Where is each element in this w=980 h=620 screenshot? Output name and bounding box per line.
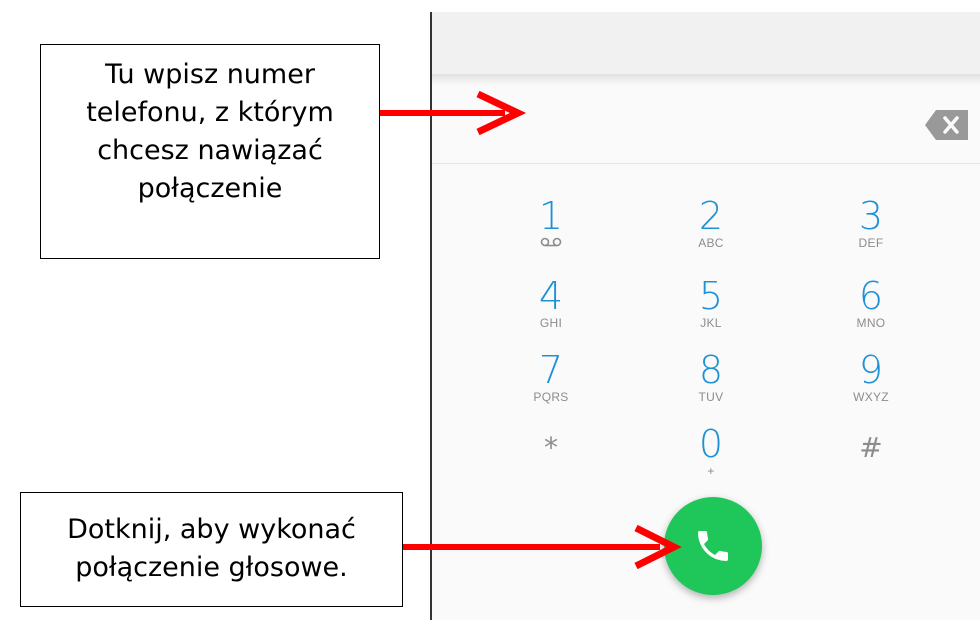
dial-key-1[interactable]: 1 (506, 196, 596, 247)
phone-number-field[interactable] (432, 86, 980, 164)
dialer-header (432, 12, 980, 74)
dial-key-hash[interactable]: # (826, 428, 916, 468)
dial-key-3[interactable]: 3 DEF (826, 196, 916, 250)
dial-key-0[interactable]: 0 + (666, 424, 756, 478)
backspace-icon[interactable] (924, 108, 970, 142)
dial-key-2[interactable]: 2 ABC (666, 196, 756, 250)
field-divider (432, 163, 980, 164)
voicemail-icon (540, 237, 562, 247)
annotation-line: połączenie głosowe. (75, 552, 348, 583)
key-digit: 3 (858, 194, 884, 238)
key-letters: MNO (856, 316, 886, 330)
annotation-call-button: Dotknij, aby wykonać połączenie głosowe. (20, 492, 403, 607)
key-digit: 0 (698, 422, 724, 466)
dial-key-star[interactable]: * (506, 428, 596, 468)
annotation-dial-number: Tu wpisz numer telefonu, z którym chcesz… (40, 44, 380, 259)
phone-icon (698, 531, 728, 561)
dial-key-8[interactable]: 8 TUV (666, 350, 756, 404)
annotation-line: chcesz nawiązać (97, 135, 323, 166)
key-digit: * (544, 431, 558, 464)
dialer-screen: 1 2 ABC 3 DEF 4 GHI 5 JKL 6 MNO 7 PQRS 8… (432, 12, 980, 620)
key-letters: WXYZ (853, 390, 889, 404)
key-digit: 6 (858, 274, 884, 318)
key-digit: 8 (698, 348, 724, 392)
key-letters: TUV (698, 390, 724, 404)
header-shadow (432, 74, 980, 86)
annotation-line: Tu wpisz numer (105, 59, 315, 90)
key-letters: PQRS (533, 390, 569, 404)
key-letters: + (707, 464, 715, 478)
key-digit: 5 (698, 274, 724, 318)
key-digit: 1 (538, 194, 564, 238)
annotation-line: telefonu, z którym (86, 97, 334, 128)
key-letters: JKL (700, 316, 722, 330)
key-digit: # (859, 431, 883, 464)
call-button[interactable] (664, 497, 762, 595)
annotation-line: połączenie (137, 173, 283, 204)
key-digit: 2 (698, 194, 724, 238)
key-digit: 7 (538, 348, 564, 392)
key-letters: DEF (858, 236, 884, 250)
key-digit: 9 (858, 348, 884, 392)
dial-key-7[interactable]: 7 PQRS (506, 350, 596, 404)
dial-key-4[interactable]: 4 GHI (506, 276, 596, 330)
dial-key-9[interactable]: 9 WXYZ (826, 350, 916, 404)
key-letters: GHI (539, 316, 563, 330)
annotation-line: Dotknij, aby wykonać (67, 514, 356, 545)
dial-key-6[interactable]: 6 MNO (826, 276, 916, 330)
key-digit: 4 (538, 274, 564, 318)
dial-key-5[interactable]: 5 JKL (666, 276, 756, 330)
key-letters: ABC (698, 236, 724, 250)
